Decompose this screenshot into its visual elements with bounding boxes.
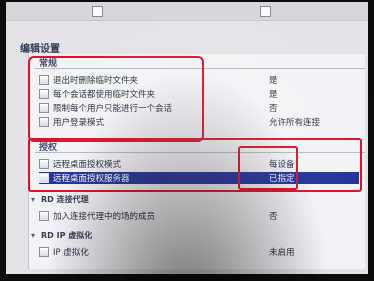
setting-row[interactable]: IP 虚拟化 未启用	[39, 246, 359, 258]
setting-row[interactable]: 加入连接代理中的场的成员 否	[39, 210, 359, 222]
annotation-box-general	[28, 56, 204, 142]
collapse-icon[interactable]: ▾	[31, 231, 41, 240]
collapse-icon[interactable]: ▾	[31, 195, 41, 204]
checkbox-icon[interactable]	[92, 6, 103, 17]
group-title-ip-virt: ▾ RD IP 虚拟化	[31, 230, 92, 241]
setting-value: 允许所有连接	[269, 118, 321, 128]
setting-icon	[39, 211, 49, 221]
setting-value: 否	[269, 212, 278, 222]
group-title-text: RD IP 虚拟化	[41, 231, 93, 240]
group-title-text: RD 连接代理	[41, 195, 89, 204]
setting-icon	[39, 247, 49, 257]
group-title-rd-broker: ▾ RD 连接代理	[31, 194, 89, 205]
top-strip	[6, 2, 368, 21]
annotation-box-licensing	[28, 138, 362, 192]
setting-value: 是	[269, 90, 278, 100]
annotation-box-values	[238, 146, 298, 190]
checkbox-icon[interactable]	[260, 6, 271, 17]
setting-label: 加入连接代理中的场的成员	[53, 212, 156, 222]
setting-value: 未启用	[269, 248, 295, 258]
setting-label: IP 虚拟化	[53, 248, 89, 258]
setting-value: 否	[269, 104, 278, 114]
section-title: 编辑设置	[20, 44, 60, 55]
setting-value: 是	[269, 76, 278, 86]
